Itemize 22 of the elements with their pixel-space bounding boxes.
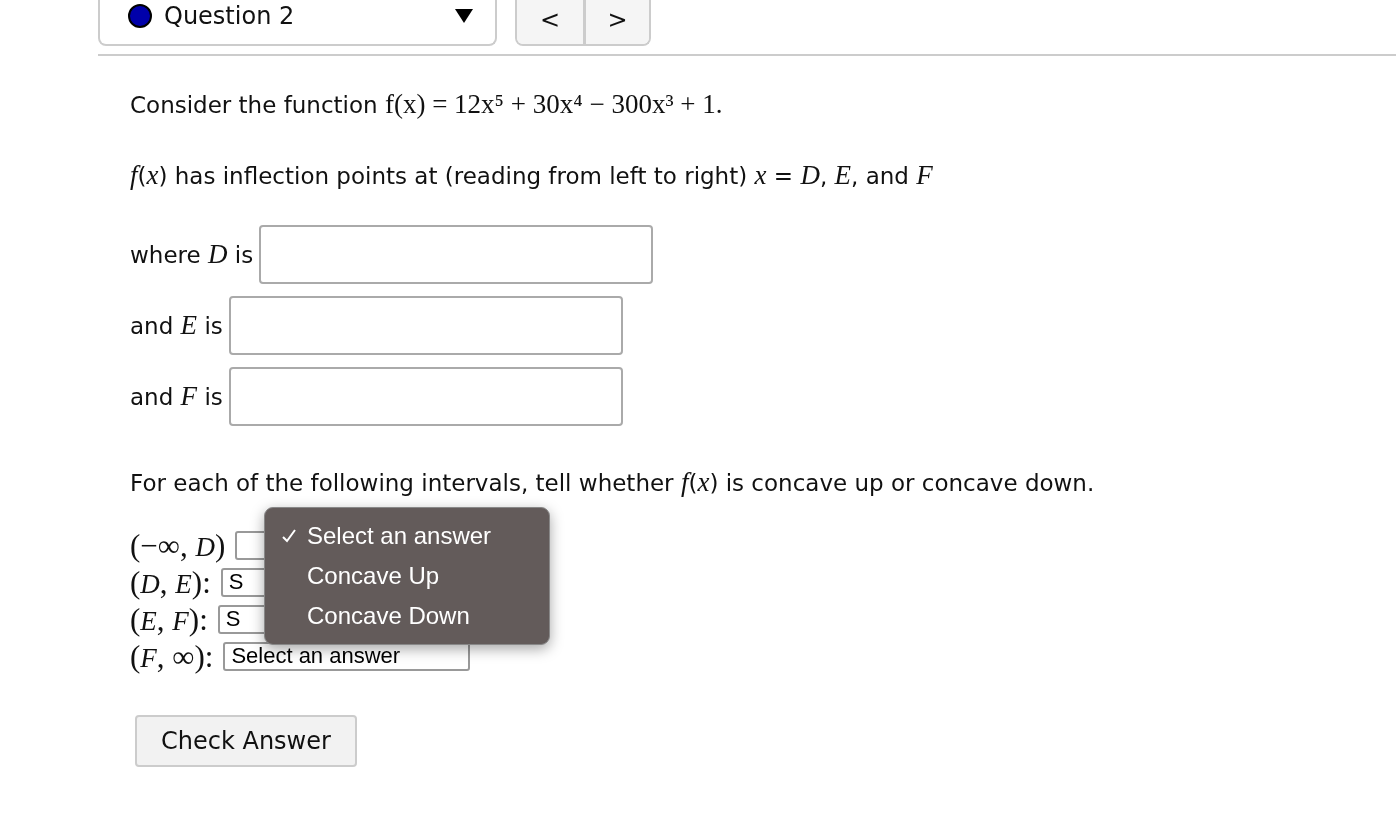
menu-option[interactable]: Concave Down xyxy=(265,595,549,636)
menu-option[interactable]: Concave Up xyxy=(265,555,549,596)
question-text: Consider the function xyxy=(130,92,379,118)
answer-label: and E is xyxy=(130,309,223,343)
formula: f(x) = 12x⁵ + 30x⁴ − 300x³ + 1. xyxy=(384,89,723,119)
caret-icon xyxy=(455,9,473,23)
interval-label: (−∞, D) xyxy=(130,529,226,561)
interval-label: (E, F): xyxy=(130,603,208,635)
question-dropdown[interactable]: Question 2 xyxy=(98,0,497,46)
status-dot xyxy=(128,4,152,28)
answer-label: and F is xyxy=(130,380,223,414)
answer-label: where D is xyxy=(130,238,254,272)
next-button[interactable]: > xyxy=(583,0,649,44)
menu-option[interactable]: Select an answer xyxy=(265,515,549,556)
question-text: For each of the following intervals, tell whether f(x) is concave up or concave down. xyxy=(130,466,1096,499)
answer-field[interactable] xyxy=(259,225,654,284)
answer-field[interactable] xyxy=(228,296,623,355)
interval-label: (D, E): xyxy=(130,566,211,598)
answer-field[interactable] xyxy=(228,367,623,426)
question-text: f(x) has inflection points at (reading from left to right) x = D, E, and F xyxy=(130,158,934,192)
interval-label: (F, ∞): xyxy=(130,640,214,672)
check-answer-button[interactable]: Check Answer xyxy=(135,714,357,767)
